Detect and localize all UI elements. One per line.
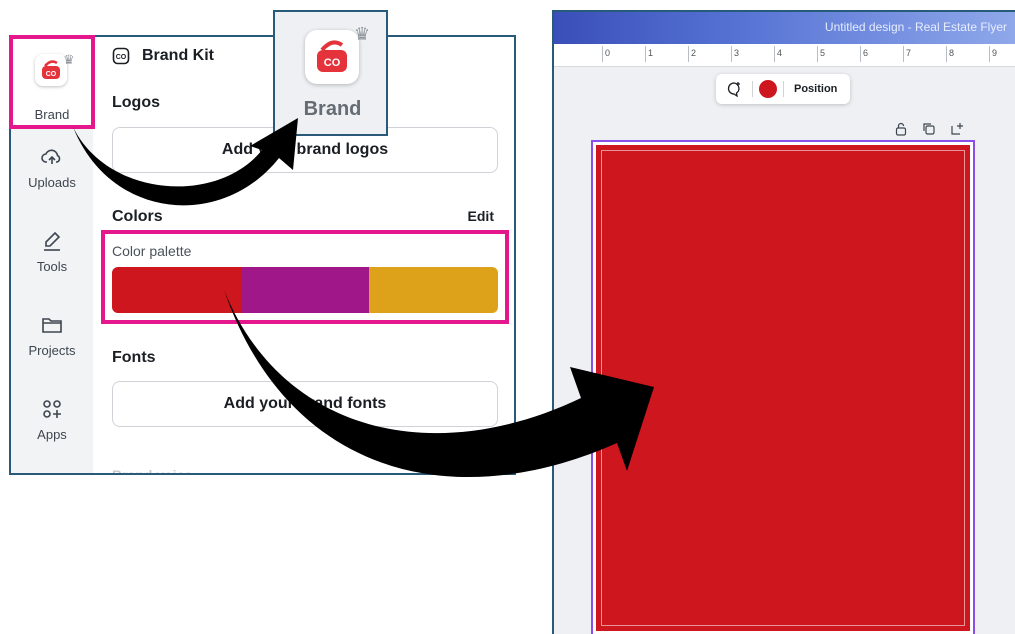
svg-text:CO: CO [46, 71, 57, 78]
brand-kit-header: CO Brand Kit [112, 47, 214, 65]
rail-item-apps[interactable]: Apps [11, 397, 93, 442]
edit-colors-link[interactable]: Edit [468, 208, 494, 224]
rail-label-projects: Projects [28, 343, 76, 358]
ruler-tick: 7 [902, 46, 912, 62]
ruler-tick: 0 [601, 46, 611, 62]
add-comment-icon[interactable] [722, 77, 746, 101]
rail-item-tools[interactable]: Tools [11, 229, 93, 274]
design-editor: Untitled design - Real Estate Flyer 0 1 … [552, 10, 1015, 634]
ruler-tick: 5 [816, 46, 826, 62]
callout-label: Brand [303, 98, 362, 120]
page-background[interactable] [596, 145, 970, 631]
brand-kit-panel: CO ♛ Brand Uploads Tools Projects Apps C… [9, 35, 516, 475]
rail-label-tools: Tools [36, 259, 68, 274]
ruler-tick: 4 [773, 46, 783, 62]
folder-icon [42, 318, 62, 333]
palette-swatch[interactable] [240, 267, 370, 313]
design-page[interactable] [591, 140, 975, 634]
brand-kit-icon: CO [112, 47, 130, 65]
toolbar-divider [783, 81, 784, 97]
ruler-tick: 2 [687, 46, 697, 62]
cloud-upload-icon [41, 149, 61, 164]
horizontal-ruler: 0 1 2 3 4 5 6 7 8 9 [554, 44, 1015, 67]
ruler-tick: 6 [859, 46, 869, 62]
rail-item-brand[interactable]: CO ♛ Brand [11, 37, 93, 129]
ruler-tick: 9 [988, 46, 998, 62]
apps-grid-icon [43, 400, 61, 418]
logos-heading: Logos [112, 94, 160, 111]
rail-label-brand: Brand [34, 107, 70, 122]
page-margin-guide [601, 150, 965, 626]
crown-icon: ♛ [354, 24, 371, 44]
ruler-tick: 8 [945, 46, 955, 62]
rail-label-apps: Apps [37, 427, 67, 442]
color-palette-label: Color palette [112, 243, 192, 259]
editor-top-bar: Untitled design - Real Estate Flyer [554, 12, 1015, 44]
ruler-tick: 1 [644, 46, 654, 62]
page-actions [894, 122, 964, 136]
ruler-tick: 3 [730, 46, 740, 62]
lock-icon[interactable] [894, 122, 908, 136]
duplicate-icon[interactable] [922, 122, 936, 136]
add-page-icon[interactable] [950, 122, 964, 136]
rail-label-uploads: Uploads [28, 175, 76, 190]
palette-swatch[interactable] [369, 267, 498, 313]
add-fonts-button[interactable]: Add your brand fonts [112, 381, 498, 427]
color-palette [112, 267, 498, 313]
floating-toolbar: Position [716, 74, 850, 104]
document-title[interactable]: Untitled design - Real Estate Flyer [825, 20, 1007, 34]
crown-icon: ♛ [63, 52, 75, 67]
svg-text:CO: CO [324, 57, 341, 69]
fonts-heading: Fonts [112, 349, 156, 366]
panel-title: Brand Kit [142, 47, 214, 64]
toolbar-divider [752, 81, 753, 97]
side-rail: CO ♛ Brand Uploads Tools Projects Apps [11, 37, 93, 473]
brand-voice-heading: Brand voice [112, 467, 193, 475]
rail-item-projects[interactable]: Projects [11, 313, 93, 358]
colors-heading: Colors [112, 208, 163, 225]
position-button[interactable]: Position [794, 83, 837, 95]
svg-text:CO: CO [116, 54, 127, 61]
rail-item-uploads[interactable]: Uploads [11, 145, 93, 190]
brand-app-icon-large: CO [305, 30, 359, 84]
brand-zoom-callout: CO ♛ Brand [273, 10, 388, 136]
pen-tool-icon [44, 231, 61, 251]
palette-swatch[interactable] [112, 267, 241, 313]
color-picker-button[interactable] [759, 80, 777, 98]
